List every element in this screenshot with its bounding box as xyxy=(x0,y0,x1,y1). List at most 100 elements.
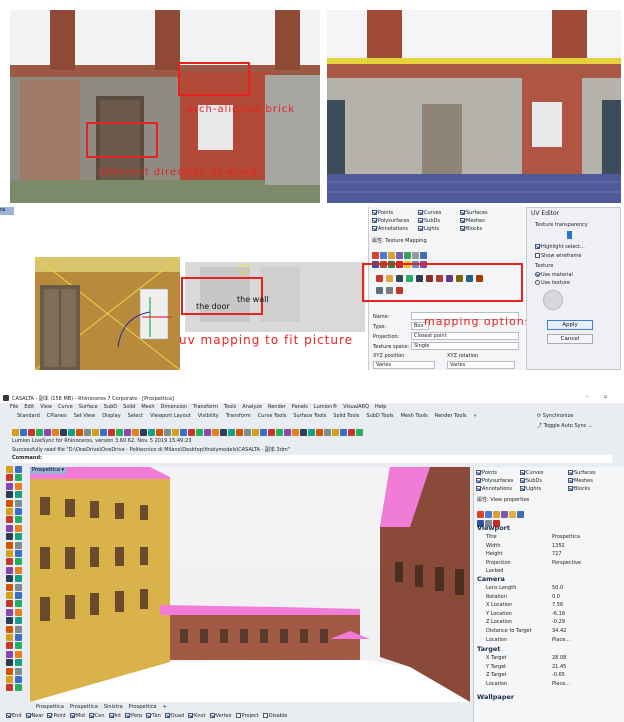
toolbar-tab-viewport-layout[interactable]: Viewport Layout xyxy=(150,413,191,419)
menu-item-dimension[interactable]: Dimension xyxy=(161,404,188,410)
left-tool-icon[interactable] xyxy=(15,625,22,633)
camera-prop-value[interactable]: -6.18 xyxy=(552,610,565,618)
target-prop-value[interactable]: 28.08 xyxy=(552,654,566,662)
cancel-button[interactable]: Cancel xyxy=(547,334,593,344)
left-tool-icon[interactable] xyxy=(6,592,13,599)
left-tool-icon[interactable] xyxy=(6,491,13,499)
toolbar-tool-icon[interactable] xyxy=(348,429,355,436)
toolbar-tool-icon[interactable] xyxy=(324,429,331,436)
toolbar-tool-icon[interactable] xyxy=(236,429,243,436)
maximize-button[interactable]: ▫ xyxy=(604,394,607,400)
toolbar-tool-icon[interactable] xyxy=(100,429,107,436)
rhino-filter-blocks[interactable]: Blocks xyxy=(568,486,590,492)
left-tool-icon[interactable] xyxy=(15,533,22,541)
left-tool-icon[interactable] xyxy=(15,617,22,625)
left-tool-icon[interactable] xyxy=(15,634,22,641)
toggle-sync-button[interactable]: ⤴ Toggle Auto Sync ⌄ xyxy=(537,422,592,429)
rhino-filter-curves[interactable]: Curves xyxy=(520,470,543,476)
menu-item-lumion[interactable]: Lumion® xyxy=(314,404,337,410)
menu-item-solid[interactable]: Solid xyxy=(123,404,135,410)
toolbar-tool-icon[interactable] xyxy=(156,429,163,436)
toolbar-tab-visibility[interactable]: Visibility xyxy=(198,413,219,419)
toolbar-tab-cplanes[interactable]: CPlanes xyxy=(47,413,67,419)
rhino-filter-annotations[interactable]: Annotations xyxy=(476,486,512,492)
menu-item-curve[interactable]: Curve xyxy=(58,404,73,410)
left-tool-icon[interactable] xyxy=(6,676,13,683)
left-tool-icon[interactable] xyxy=(6,533,13,541)
menu-item-render[interactable]: Render xyxy=(268,404,286,410)
viewport-tab-1[interactable]: Prospettica xyxy=(70,704,98,710)
left-tool-icon[interactable] xyxy=(6,516,13,524)
toolbar-tool-icon[interactable] xyxy=(284,429,291,436)
menu-item-help[interactable]: Help xyxy=(375,404,386,410)
menu-item-subd[interactable]: SubD xyxy=(104,404,117,410)
filter-blocks[interactable]: Blocks xyxy=(460,226,482,232)
filter-points[interactable]: Points xyxy=(372,210,393,216)
left-tool-icon[interactable] xyxy=(15,667,22,675)
osnap-disable[interactable]: Disable xyxy=(262,713,287,719)
transparency-slider[interactable] xyxy=(567,231,572,239)
props-folder-icon[interactable] xyxy=(509,511,516,518)
camera-prop-value[interactable]: -0.29 xyxy=(552,618,565,626)
toolbar-tool-icon[interactable] xyxy=(220,429,227,436)
left-tool-icon[interactable] xyxy=(15,558,22,566)
toolbar-tool-icon[interactable] xyxy=(84,429,91,436)
texture-space-select[interactable]: Single xyxy=(411,342,519,350)
rhino-filter-meshes[interactable]: Meshes xyxy=(568,478,593,484)
left-tool-icon[interactable] xyxy=(6,575,13,583)
left-tool-icon[interactable] xyxy=(6,650,13,658)
filter-surfaces[interactable]: Surfaces xyxy=(460,210,488,216)
left-tool-icon[interactable] xyxy=(15,608,22,616)
toolbar-tool-icon[interactable] xyxy=(124,429,131,436)
left-tool-icon[interactable] xyxy=(6,499,13,507)
osnap-tan[interactable]: Tan xyxy=(146,713,161,719)
osnap-near[interactable]: Near xyxy=(25,713,43,719)
viewport-prop-value[interactable]: Prospettica xyxy=(552,533,580,541)
filter-lights[interactable]: Lights xyxy=(418,226,439,232)
left-tool-icon[interactable] xyxy=(15,566,22,574)
left-tool-icon[interactable] xyxy=(15,466,22,473)
toolbar-tool-icon[interactable] xyxy=(252,429,259,436)
left-tool-icon[interactable] xyxy=(6,659,13,667)
toolbar-tool-icon[interactable] xyxy=(228,429,235,436)
menu-item-surface[interactable]: Surface xyxy=(79,404,98,410)
minimize-button[interactable]: – xyxy=(586,394,589,400)
toolbar-tool-icon[interactable] xyxy=(276,429,283,436)
toolbar-tool-icon[interactable] xyxy=(332,429,339,436)
props-camera-icon[interactable] xyxy=(501,511,508,518)
toolbar-tool-icon[interactable] xyxy=(308,429,315,436)
osnap-vertex[interactable]: Vertex xyxy=(209,713,232,719)
toolbar-tool-icon[interactable] xyxy=(172,429,179,436)
toolbar-tab-subd-tools[interactable]: SubD Tools xyxy=(366,413,393,419)
left-tool-icon[interactable] xyxy=(15,482,22,490)
toolbar-tab-display[interactable]: Display xyxy=(102,413,120,419)
toolbar-tool-icon[interactable] xyxy=(212,429,219,436)
left-tool-icon[interactable] xyxy=(15,550,22,557)
left-tool-icon[interactable] xyxy=(15,642,22,650)
toolbar-tool-icon[interactable] xyxy=(44,429,51,436)
toolbar-tab-mesh-tools[interactable]: Mesh Tools xyxy=(401,413,428,419)
viewport-tab-2[interactable]: Sinistra xyxy=(104,704,123,710)
left-tool-icon[interactable] xyxy=(6,583,13,591)
left-tool-icon[interactable] xyxy=(6,608,13,616)
menu-item-tools[interactable]: Tools xyxy=(224,404,236,410)
toolbar-tab-standard[interactable]: Standard xyxy=(17,413,40,419)
toolbar-tab-solid-tools[interactable]: Solid Tools xyxy=(333,413,359,419)
highlight-checkbox[interactable]: Highlight select... xyxy=(535,244,585,250)
viewport-tab-3[interactable]: Prospettica xyxy=(129,704,157,710)
left-tool-icon[interactable] xyxy=(6,550,13,557)
command-prompt[interactable]: Command: xyxy=(12,455,612,463)
toolbar-tab-set-view[interactable]: Set View xyxy=(74,413,96,419)
projection-select[interactable]: Closest point xyxy=(411,332,519,340)
left-tool-icon[interactable] xyxy=(6,558,13,566)
left-tool-icon[interactable] xyxy=(15,575,22,583)
toolbar-tab-surface-tools[interactable]: Surface Tools xyxy=(293,413,326,419)
use-material-radio[interactable]: Use material xyxy=(535,272,573,278)
left-tool-icon[interactable] xyxy=(6,474,13,482)
toolbar-tool-icon[interactable] xyxy=(12,429,19,436)
toolbar-tab-render-tools[interactable]: Render Tools xyxy=(435,413,467,419)
toolbar-tool-icon[interactable] xyxy=(300,429,307,436)
osnap-cen[interactable]: Cen xyxy=(88,713,105,719)
left-tool-icon[interactable] xyxy=(15,583,22,591)
left-tool-icon[interactable] xyxy=(15,524,22,532)
